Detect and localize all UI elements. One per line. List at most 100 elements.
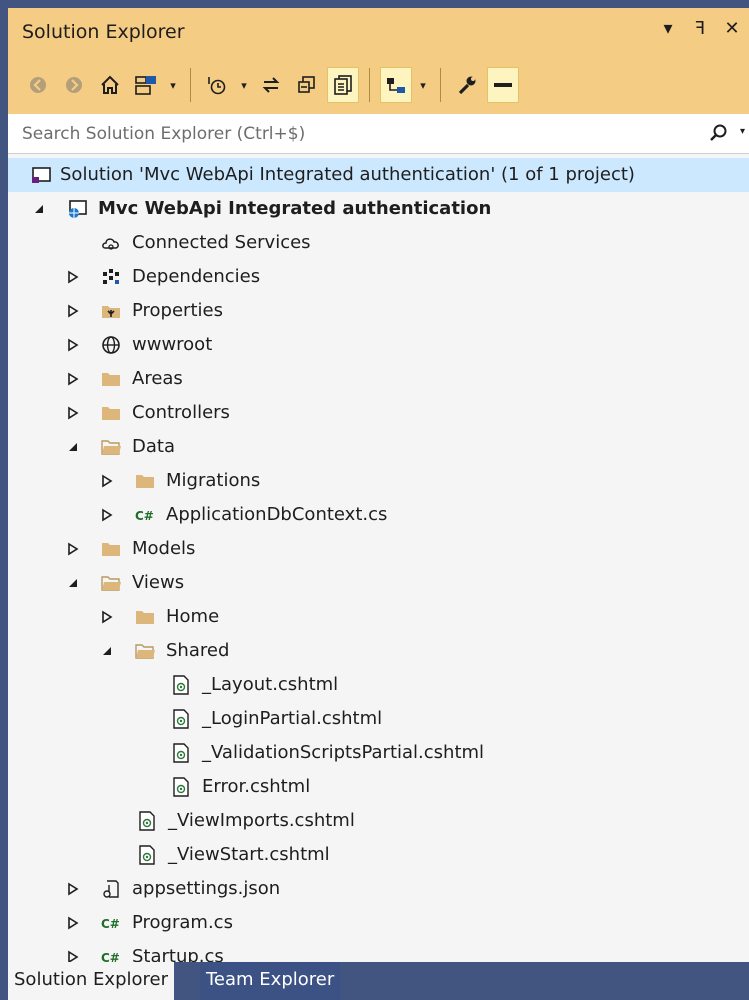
tree-item-views[interactable]: Views xyxy=(8,566,749,600)
pending-changes-dropdown-icon[interactable]: ▾ xyxy=(237,79,251,92)
expanded-arrow-icon[interactable] xyxy=(66,440,80,454)
forward-button[interactable] xyxy=(58,67,90,103)
search-options-dropdown-icon[interactable]: ▾ xyxy=(740,126,745,137)
tree-item-label: Startup.cs xyxy=(132,946,224,962)
bottom-tab-bar: Solution Explorer Team Explorer xyxy=(8,962,749,1000)
csharp-file-icon: C# xyxy=(135,509,154,523)
switch-views-button[interactable] xyxy=(130,67,162,103)
tree-item-validationscriptspartial-cshtml[interactable]: _ValidationScriptsPartial.cshtml xyxy=(8,736,749,770)
back-icon xyxy=(30,77,46,93)
tree-item-label: Migrations xyxy=(166,470,261,491)
tree-item-loginpartial-cshtml[interactable]: _LoginPartial.cshtml xyxy=(8,702,749,736)
tree-item-error-cshtml[interactable]: Error.cshtml xyxy=(8,770,749,804)
tree-item-migrations[interactable]: Migrations xyxy=(8,464,749,498)
tree-item-models[interactable]: Models xyxy=(8,532,749,566)
tab-solution-explorer[interactable]: Solution Explorer xyxy=(8,962,174,1000)
tree-item-project[interactable]: Mvc WebApi Integrated authentication xyxy=(8,192,749,226)
solution-tree: Solution 'Mvc WebApi Integrated authenti… xyxy=(8,154,749,962)
tree-item-layout-cshtml[interactable]: _Layout.cshtml xyxy=(8,668,749,702)
switch-views-dropdown-icon[interactable]: ▾ xyxy=(166,79,180,92)
collapsed-arrow-icon[interactable] xyxy=(100,610,114,624)
tree-item-appsettings-json[interactable]: appsettings.json xyxy=(8,872,749,906)
sync-button[interactable] xyxy=(255,67,287,103)
pending-changes-filter-button[interactable] xyxy=(201,67,233,103)
tree-item-label: Error.cshtml xyxy=(202,776,311,797)
tree-item-label: Dependencies xyxy=(132,266,261,287)
tree-item-label: _Layout.cshtml xyxy=(202,674,339,695)
home-icon xyxy=(101,75,119,94)
json-file-icon xyxy=(103,880,119,898)
close-icon[interactable]: ✕ xyxy=(723,18,741,39)
tree-item-properties[interactable]: Properties xyxy=(8,294,749,328)
folder-icon xyxy=(102,543,120,556)
collapsed-arrow-icon[interactable] xyxy=(66,338,80,352)
tree-item-connected-services[interactable]: Connected Services xyxy=(8,226,749,260)
tab-team-explorer[interactable]: Team Explorer xyxy=(200,962,341,1000)
minus-pane-icon xyxy=(494,83,512,87)
search-box[interactable]: Search Solution Explorer (Ctrl+$) ▾ xyxy=(8,114,749,154)
tree-item-label: Solution 'Mvc WebApi Integrated authenti… xyxy=(60,164,635,185)
tree-item-label: _ViewImports.cshtml xyxy=(168,810,355,831)
preview-selected-items-button[interactable] xyxy=(380,67,412,103)
web-project-icon xyxy=(69,200,87,218)
collapse-all-button[interactable] xyxy=(291,67,323,103)
collapsed-arrow-icon[interactable] xyxy=(66,372,80,386)
tree-item-shared[interactable]: Shared xyxy=(8,634,749,668)
tree-item-label: _ViewStart.cshtml xyxy=(168,844,330,865)
folder-icon xyxy=(102,407,120,420)
tree-item-solution[interactable]: Solution 'Mvc WebApi Integrated authenti… xyxy=(8,158,749,192)
tree-item-viewimports-cshtml[interactable]: _ViewImports.cshtml xyxy=(8,804,749,838)
tree-item-label: Controllers xyxy=(132,402,230,423)
wrench-icon xyxy=(458,76,476,95)
csharp-file-icon: C# xyxy=(101,917,120,931)
collapsed-arrow-icon[interactable] xyxy=(66,916,80,930)
tree-item-label: _ValidationScriptsPartial.cshtml xyxy=(202,742,485,763)
tree-item-program-cs[interactable]: C# Program.cs xyxy=(8,906,749,940)
collapsed-arrow-icon[interactable] xyxy=(66,406,80,420)
home-button[interactable] xyxy=(94,67,126,103)
collapsed-arrow-icon[interactable] xyxy=(66,950,80,962)
collapsed-arrow-icon[interactable] xyxy=(100,474,114,488)
properties-folder-icon xyxy=(102,306,120,318)
show-all-files-button[interactable] xyxy=(327,67,359,103)
tree-item-home[interactable]: Home xyxy=(8,600,749,634)
toolbar-separator xyxy=(369,68,370,102)
tree-item-label: appsettings.json xyxy=(132,878,281,899)
tree-item-dependencies[interactable]: Dependencies xyxy=(8,260,749,294)
collapsed-arrow-icon[interactable] xyxy=(66,542,80,556)
search-icon[interactable] xyxy=(709,123,729,143)
collapsed-arrow-icon[interactable] xyxy=(100,508,114,522)
tree-item-viewstart-cshtml[interactable]: _ViewStart.cshtml xyxy=(8,838,749,872)
collapsed-arrow-icon[interactable] xyxy=(66,882,80,896)
switch-views-icon xyxy=(135,76,156,95)
svg-text:C#: C# xyxy=(135,509,154,523)
svg-text:C#: C# xyxy=(101,951,120,962)
class-view-icon xyxy=(387,78,405,93)
back-button[interactable] xyxy=(22,67,54,103)
collapsed-arrow-icon[interactable] xyxy=(66,270,80,284)
tree-item-areas[interactable]: Areas xyxy=(8,362,749,396)
expanded-arrow-icon[interactable] xyxy=(66,576,80,590)
collapsed-arrow-icon[interactable] xyxy=(66,304,80,318)
window-position-dropdown-icon[interactable]: ▾ xyxy=(659,18,677,39)
properties-button[interactable] xyxy=(451,67,483,103)
preview-pane-button[interactable] xyxy=(487,67,519,103)
tree-item-data[interactable]: Data xyxy=(8,430,749,464)
tree-item-controllers[interactable]: Controllers xyxy=(8,396,749,430)
tree-item-applicationdbcontext[interactable]: C# ApplicationDbContext.cs xyxy=(8,498,749,532)
tree-item-label: Program.cs xyxy=(132,912,233,933)
razor-file-icon xyxy=(173,709,189,729)
preview-dropdown-icon[interactable]: ▾ xyxy=(416,79,430,92)
tree-item-wwwroot[interactable]: wwwroot xyxy=(8,328,749,362)
globe-icon xyxy=(102,336,120,354)
tree-item-startup-cs[interactable]: C# Startup.cs xyxy=(8,940,749,962)
pin-icon[interactable]: ꟻ xyxy=(691,18,709,39)
toolbar: ▾ ▾ ▾ xyxy=(8,56,749,114)
razor-file-icon xyxy=(173,743,189,763)
expanded-arrow-icon[interactable] xyxy=(32,202,46,216)
sync-arrows-icon xyxy=(262,77,280,93)
tree-item-label: Views xyxy=(132,572,185,593)
folder-icon xyxy=(102,373,120,386)
search-input[interactable]: Search Solution Explorer (Ctrl+$) xyxy=(22,124,305,144)
expanded-arrow-icon[interactable] xyxy=(100,644,114,658)
